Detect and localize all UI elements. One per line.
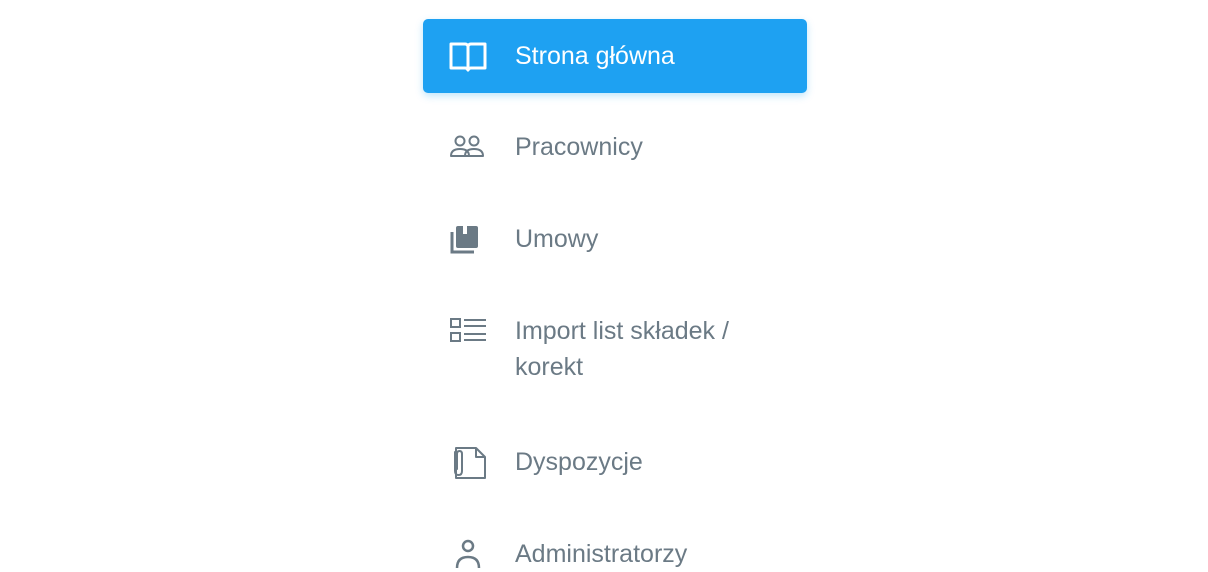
sidebar-item-strona-glowna[interactable]: Strona główna xyxy=(423,19,807,93)
sidebar-item-label: Strona główna xyxy=(515,42,675,70)
sidebar-item-label: Dyspozycje xyxy=(515,448,643,476)
sidebar-item-label: Umowy xyxy=(515,225,599,253)
sidebar-item-pracownicy[interactable]: Pracownicy xyxy=(423,129,807,165)
sidebar-item-umowy[interactable]: Umowy xyxy=(423,221,807,257)
sidebar-item-dyspozycje[interactable]: Dyspozycje xyxy=(423,444,807,480)
users-icon xyxy=(448,129,488,165)
sidebar-item-label: Administratorzy xyxy=(515,540,688,568)
book-open-icon xyxy=(448,38,488,74)
sidebar-item-label: Pracownicy xyxy=(515,133,643,161)
document-clip-icon xyxy=(448,444,488,480)
sidebar-item-label: Import list składek / korekt xyxy=(515,317,729,381)
contracts-icon xyxy=(448,221,488,257)
sidebar-item-administratorzy[interactable]: Administratorzy xyxy=(423,536,807,572)
list-icon xyxy=(448,313,488,349)
user-icon xyxy=(448,536,488,572)
sidebar-item-import-list-skladek[interactable]: Import list składek / korekt xyxy=(423,313,807,387)
